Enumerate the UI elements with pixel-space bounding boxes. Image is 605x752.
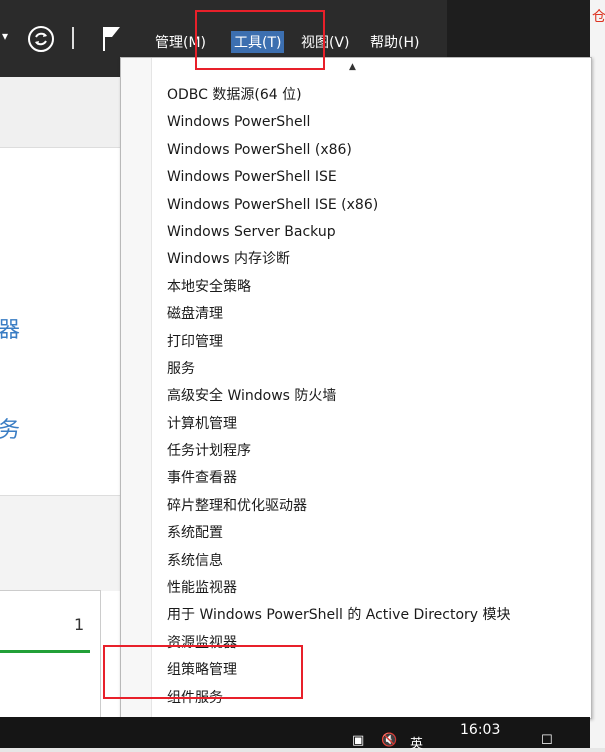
tools-menu-list: ODBC 数据源(64 位) Windows PowerShell Windows …: [121, 82, 591, 712]
menu-item[interactable]: 事件查看器: [121, 465, 591, 492]
menu-item[interactable]: Windows PowerShell (x86): [121, 137, 591, 164]
menu-item[interactable]: 打印管理: [121, 329, 591, 356]
menu-item[interactable]: ODBC 数据源(64 位): [121, 82, 591, 109]
menu-item[interactable]: Windows PowerShell ISE (x86): [121, 192, 591, 219]
menu-item[interactable]: 性能监视器: [121, 575, 591, 602]
annotation-highlight-tools: [195, 10, 325, 70]
menu-item[interactable]: Windows Server Backup: [121, 219, 591, 246]
menu-item[interactable]: 碎片整理和优化驱动器: [121, 493, 591, 520]
menu-item[interactable]: Windows PowerShell: [121, 109, 591, 136]
toolbar-separator: [72, 27, 74, 49]
adjacent-window-edge: [590, 0, 605, 748]
menu-pointer-icon: ▲: [349, 62, 356, 72]
menu-item[interactable]: 本地安全策略: [121, 274, 591, 301]
volume-muted-icon[interactable]: 🔇: [381, 733, 397, 748]
menu-item[interactable]: 服务: [121, 356, 591, 383]
menu-help[interactable]: 帮助(H): [370, 32, 419, 52]
role-tile[interactable]: [0, 590, 101, 717]
status-bar-green: [0, 650, 90, 653]
role-count: 1: [74, 615, 85, 634]
network-icon[interactable]: ▣: [352, 733, 364, 748]
menu-item[interactable]: Windows PowerShell ISE: [121, 164, 591, 191]
dashboard-link-fragment[interactable]: 务: [0, 412, 20, 444]
menu-item[interactable]: 磁盘清理: [121, 301, 591, 328]
notification-center-icon[interactable]: ☐: [541, 733, 553, 748]
menu-item[interactable]: 高级安全 Windows 防火墙: [121, 383, 591, 410]
ime-indicator[interactable]: 英: [410, 733, 423, 752]
menu-item[interactable]: 计算机管理: [121, 411, 591, 438]
dashboard-header: [0, 77, 120, 148]
dashboard-link-fragment[interactable]: 器: [0, 312, 20, 344]
notification-flag-icon[interactable]: [100, 24, 124, 52]
taskbar-clock[interactable]: 16:03: [460, 722, 500, 738]
menu-item[interactable]: 系统信息: [121, 548, 591, 575]
taskbar: [0, 717, 590, 748]
dashboard-section: [0, 495, 120, 591]
dropdown-arrow-icon[interactable]: ▾: [2, 29, 8, 43]
menu-item[interactable]: 任务计划程序: [121, 438, 591, 465]
annotation-highlight-gpm: [103, 645, 303, 699]
tools-dropdown-menu: ▲ ODBC 数据源(64 位) Windows PowerShell Window…: [120, 57, 592, 719]
menu-item[interactable]: 用于 Windows PowerShell 的 Active Directory…: [121, 602, 591, 629]
menu-item[interactable]: 系统配置: [121, 520, 591, 547]
refresh-icon[interactable]: [27, 25, 55, 53]
menu-item[interactable]: Windows 内存诊断: [121, 246, 591, 273]
adjacent-window-text: 仓: [592, 9, 605, 25]
